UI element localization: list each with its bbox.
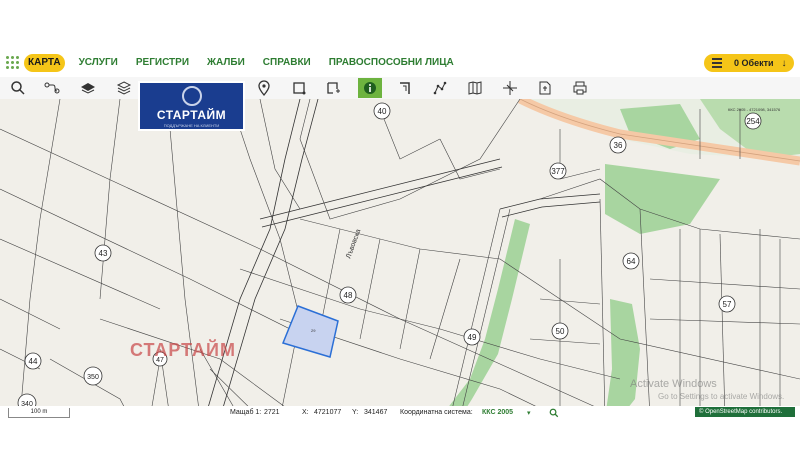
brand-logo: СТАРТАЙМ ПОДДЪРЖАНЕ НА КЛИЕНТИ	[138, 81, 245, 131]
svg-text:350: 350	[87, 374, 99, 381]
menu-icon	[712, 58, 722, 68]
draw-polygon-tool[interactable]	[287, 78, 311, 98]
cadastral-map: 29 40 36 254 377 43 48 64 57 50 49 44 35…	[0, 99, 800, 418]
nav-item-complaints[interactable]: ЖАЛБИ	[203, 54, 249, 72]
selected-parcel-label: 29	[311, 328, 316, 333]
map-book-tool[interactable]	[463, 78, 487, 98]
svg-text:49: 49	[468, 333, 477, 342]
nav-item-licensed-persons[interactable]: ПРАВОСПОСОБНИ ЛИЦА	[325, 54, 458, 72]
activation-title: Activate Windows	[630, 378, 717, 390]
windows-activation-notice: Activate Windows Go to Settings to activ…	[630, 378, 784, 401]
measure-icon	[433, 81, 447, 95]
svg-text:377: 377	[551, 167, 565, 176]
info-tool[interactable]	[358, 78, 382, 98]
parcel-marker[interactable]: 64	[622, 252, 640, 270]
svg-text:48: 48	[344, 291, 353, 300]
crosshair-tool[interactable]	[498, 78, 522, 98]
document-icon	[539, 81, 551, 95]
edit-polygon-tool[interactable]	[321, 78, 345, 98]
emblem-icon	[182, 86, 202, 106]
svg-text:40: 40	[378, 107, 387, 116]
parcel-marker[interactable]: 50	[551, 322, 569, 340]
crs-label: Координатна система:	[400, 409, 473, 416]
svg-text:44: 44	[29, 357, 38, 366]
search-icon	[11, 81, 25, 95]
map-toolbar	[0, 77, 800, 100]
route-tool[interactable]	[40, 78, 64, 98]
crosshair-icon	[503, 81, 517, 95]
parcel-marker[interactable]: 43	[94, 244, 112, 262]
svg-text:64: 64	[627, 257, 636, 266]
scale-label: Мащаб 1:	[230, 409, 262, 416]
street-name: Лъвовска	[345, 228, 362, 259]
layers-tool[interactable]	[76, 78, 100, 98]
forest-area	[605, 164, 720, 234]
nav-item-references[interactable]: СПРАВКИ	[259, 54, 315, 72]
cadastre-icon	[400, 82, 410, 94]
map-view[interactable]: 29 40 36 254 377 43 48 64 57 50 49 44 35…	[0, 99, 800, 418]
apps-grid-icon[interactable]	[6, 56, 20, 70]
scale-bar: 100 m	[8, 408, 70, 418]
print-tool[interactable]	[568, 78, 592, 98]
svg-text:50: 50	[556, 327, 565, 336]
coordinate-label: ККС 2005 - 4721098, 341576	[728, 107, 781, 112]
edit-polygon-icon	[327, 82, 340, 94]
nav-item-map[interactable]: КАРТА	[24, 54, 65, 72]
svg-text:36: 36	[614, 141, 623, 150]
x-value: 4721077	[314, 409, 342, 416]
objects-button[interactable]: 0 Обекти ↓	[704, 54, 794, 72]
layers-stack-tool[interactable]	[112, 78, 136, 98]
y-label: Y:	[352, 409, 359, 416]
search-tool[interactable]	[6, 78, 30, 98]
parcel-marker[interactable]: 44	[24, 352, 42, 370]
parcel-marker[interactable]: 254	[744, 112, 762, 130]
print-icon	[573, 81, 587, 95]
cadastre-tool[interactable]	[393, 78, 417, 98]
status-bar: 100 m Мащаб 1: 2721 X: 4721077 Y: 341467…	[0, 406, 800, 420]
forest-area	[440, 219, 530, 418]
pin-icon	[258, 80, 270, 96]
pin-tool[interactable]	[252, 78, 276, 98]
draw-polygon-icon	[293, 82, 306, 95]
parcel-marker[interactable]: 49	[463, 328, 481, 346]
nav-item-services[interactable]: УСЛУГИ	[75, 54, 122, 72]
logo-subtitle: ПОДДЪРЖАНЕ НА КЛИЕНТИ	[163, 123, 220, 128]
secondary-roads	[204, 99, 601, 418]
measure-tool[interactable]	[428, 78, 452, 98]
svg-text:57: 57	[723, 300, 732, 309]
svg-text:254: 254	[746, 117, 760, 126]
parcel-marker[interactable]: 48	[339, 286, 357, 304]
parcel-marker[interactable]: 57	[718, 295, 736, 313]
activation-subtitle: Go to Settings to activate Windows.	[658, 392, 785, 401]
main-nav: КАРТА УСЛУГИ РЕГИСТРИ ЖАЛБИ СПРАВКИ ПРАВ…	[24, 54, 458, 72]
map-book-icon	[468, 81, 482, 95]
chevron-down-icon[interactable]: ▾	[527, 409, 531, 417]
search-icon[interactable]	[549, 408, 559, 418]
parcel-marker[interactable]: 350	[83, 366, 103, 386]
top-nav-bar: КАРТА УСЛУГИ РЕГИСТРИ ЖАЛБИ СПРАВКИ ПРАВ…	[0, 50, 800, 76]
parcel-circles: 40 36 254 377 43 48 64 57 50 49 44 350 3…	[17, 102, 762, 413]
svg-text:43: 43	[99, 249, 108, 258]
layers-icon	[81, 83, 95, 94]
parcel-marker[interactable]: 36	[609, 136, 627, 154]
nav-item-registers[interactable]: РЕГИСТРИ	[132, 54, 193, 72]
route-icon	[44, 82, 60, 94]
objects-count: 0 Обекти	[734, 58, 774, 68]
arrow-down-icon: ↓	[781, 57, 787, 69]
forest-area	[605, 299, 640, 418]
scale-value: 2721	[264, 409, 280, 416]
osm-attribution[interactable]: © OpenStreetMap contributors.	[695, 407, 795, 417]
crs-select[interactable]: ККС 2005	[482, 409, 513, 416]
page-bottom-blank	[0, 420, 800, 449]
document-tool[interactable]	[533, 78, 557, 98]
logo-name: СТАРТАЙМ	[156, 108, 227, 122]
layers-stack-icon	[116, 81, 132, 95]
parcel-marker[interactable]: 377	[549, 162, 567, 180]
y-value: 341467	[364, 409, 388, 416]
x-label: X:	[302, 409, 309, 416]
info-icon	[364, 82, 376, 94]
parcel-marker[interactable]: 40	[373, 102, 391, 120]
watermark-text: СТАРТАЙМ	[130, 340, 236, 360]
